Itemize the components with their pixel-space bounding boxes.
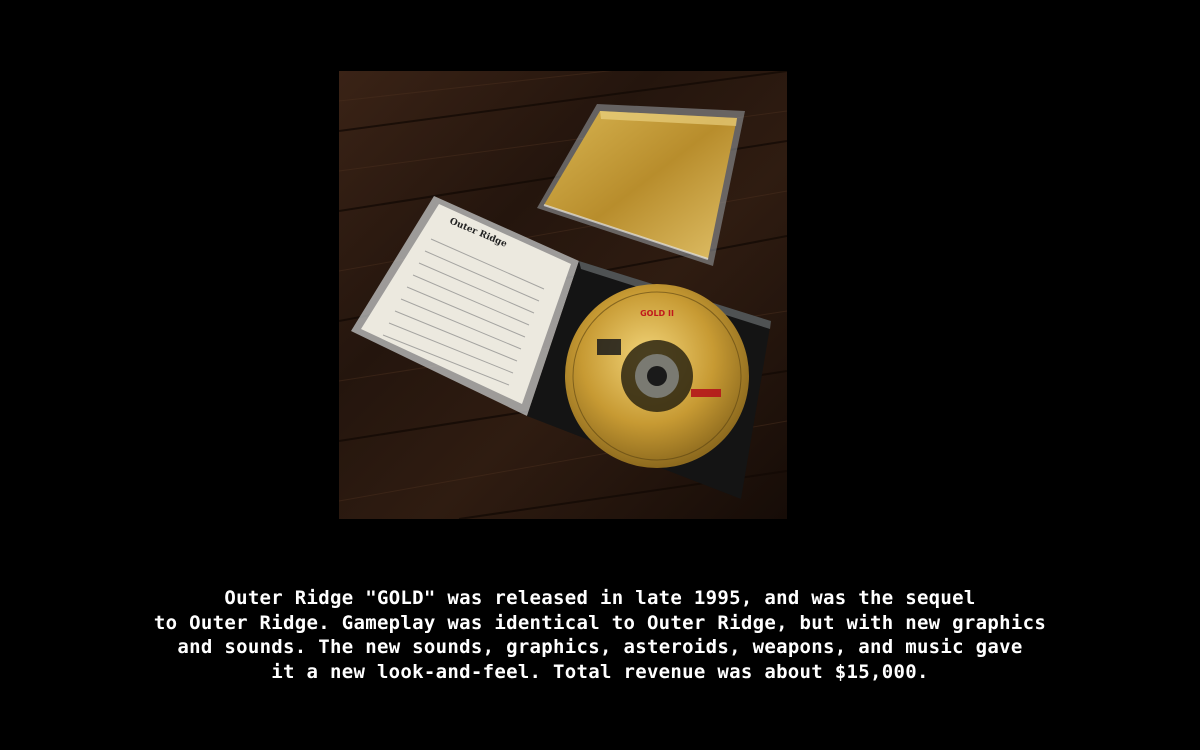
disc-label-title: GOLD II	[640, 309, 674, 318]
cd-logo	[597, 339, 621, 355]
slide: Outer Ridge GOLD II Outer Ridge "GOLD" w…	[0, 0, 1200, 750]
caption-line: to Outer Ridge. Gameplay was identical t…	[153, 611, 1047, 634]
caption: Outer Ridge "GOLD" was released in late …	[0, 586, 1200, 684]
caption-line: it a new look-and-feel. Total revenue wa…	[271, 660, 929, 683]
caption-line: and sounds. The new sounds, graphics, as…	[177, 636, 1023, 658]
publisher-logo	[691, 389, 721, 397]
caption-line: Outer Ridge "GOLD" was released in late …	[224, 587, 976, 609]
cd-case-photo: Outer Ridge GOLD II	[339, 71, 787, 519]
